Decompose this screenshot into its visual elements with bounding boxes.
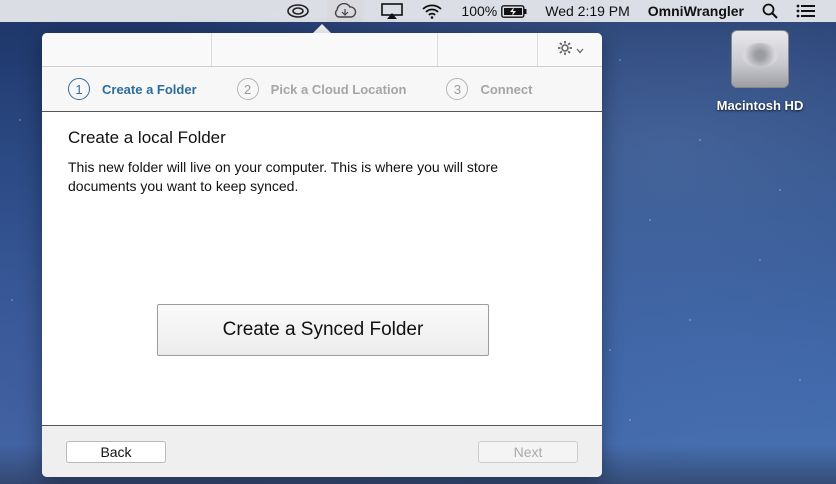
- battery-icon: [501, 4, 527, 18]
- popover-toolbar: [42, 33, 602, 67]
- search-icon[interactable]: [762, 3, 778, 19]
- menu-user-name[interactable]: OmniWrangler: [648, 3, 744, 19]
- wifi-icon[interactable]: [421, 3, 443, 19]
- create-synced-folder-button[interactable]: Create a Synced Folder: [157, 304, 489, 356]
- toolbar-segment: [438, 33, 538, 66]
- step-label: Connect: [480, 81, 533, 97]
- battery-percent: 100%: [461, 3, 498, 19]
- next-button[interactable]: Next: [478, 440, 578, 463]
- step-pick-cloud-location: 2 Pick a Cloud Location: [236, 78, 407, 100]
- step-number: 1: [68, 78, 90, 100]
- step-content: Create a local Folder This new folder wi…: [42, 112, 602, 425]
- settings-menu-button[interactable]: [538, 33, 602, 66]
- cloud-sync-icon[interactable]: [327, 0, 364, 22]
- step-create-folder: 1 Create a Folder: [68, 78, 197, 100]
- sync-setup-popover: 1 Create a Folder 2 Pick a Cloud Locatio…: [42, 33, 602, 477]
- drive-label: Macintosh HD: [716, 98, 804, 113]
- step-label: Create a Folder: [102, 81, 197, 97]
- step-number: 3: [446, 78, 469, 100]
- step-number: 2: [236, 78, 259, 100]
- section-heading: Create a local Folder: [68, 128, 226, 147]
- step-connect: 3 Connect: [446, 78, 532, 100]
- creative-cloud-icon[interactable]: [287, 4, 310, 18]
- battery-status[interactable]: 100%: [461, 3, 527, 19]
- menu-clock[interactable]: Wed 2:19 PM: [545, 3, 630, 19]
- popover-footer: Back Next: [42, 425, 602, 477]
- chevron-down-icon: [576, 41, 584, 58]
- setup-steps: 1 Create a Folder 2 Pick a Cloud Locatio…: [42, 67, 602, 112]
- toolbar-segment: [212, 33, 438, 66]
- hard-drive-icon: [731, 30, 789, 88]
- list-icon[interactable]: [796, 4, 816, 18]
- menu-bar: 100% Wed 2:19 PM OmniWrangler: [0, 0, 836, 22]
- toolbar-segment: [42, 33, 212, 66]
- back-button[interactable]: Back: [66, 440, 166, 463]
- airplay-icon[interactable]: [381, 3, 404, 19]
- gear-icon: [557, 40, 573, 60]
- desktop-drive-icon[interactable]: Macintosh HD: [708, 30, 812, 113]
- section-description: This new folder will live on your comput…: [68, 159, 499, 194]
- step-label: Pick a Cloud Location: [270, 81, 407, 97]
